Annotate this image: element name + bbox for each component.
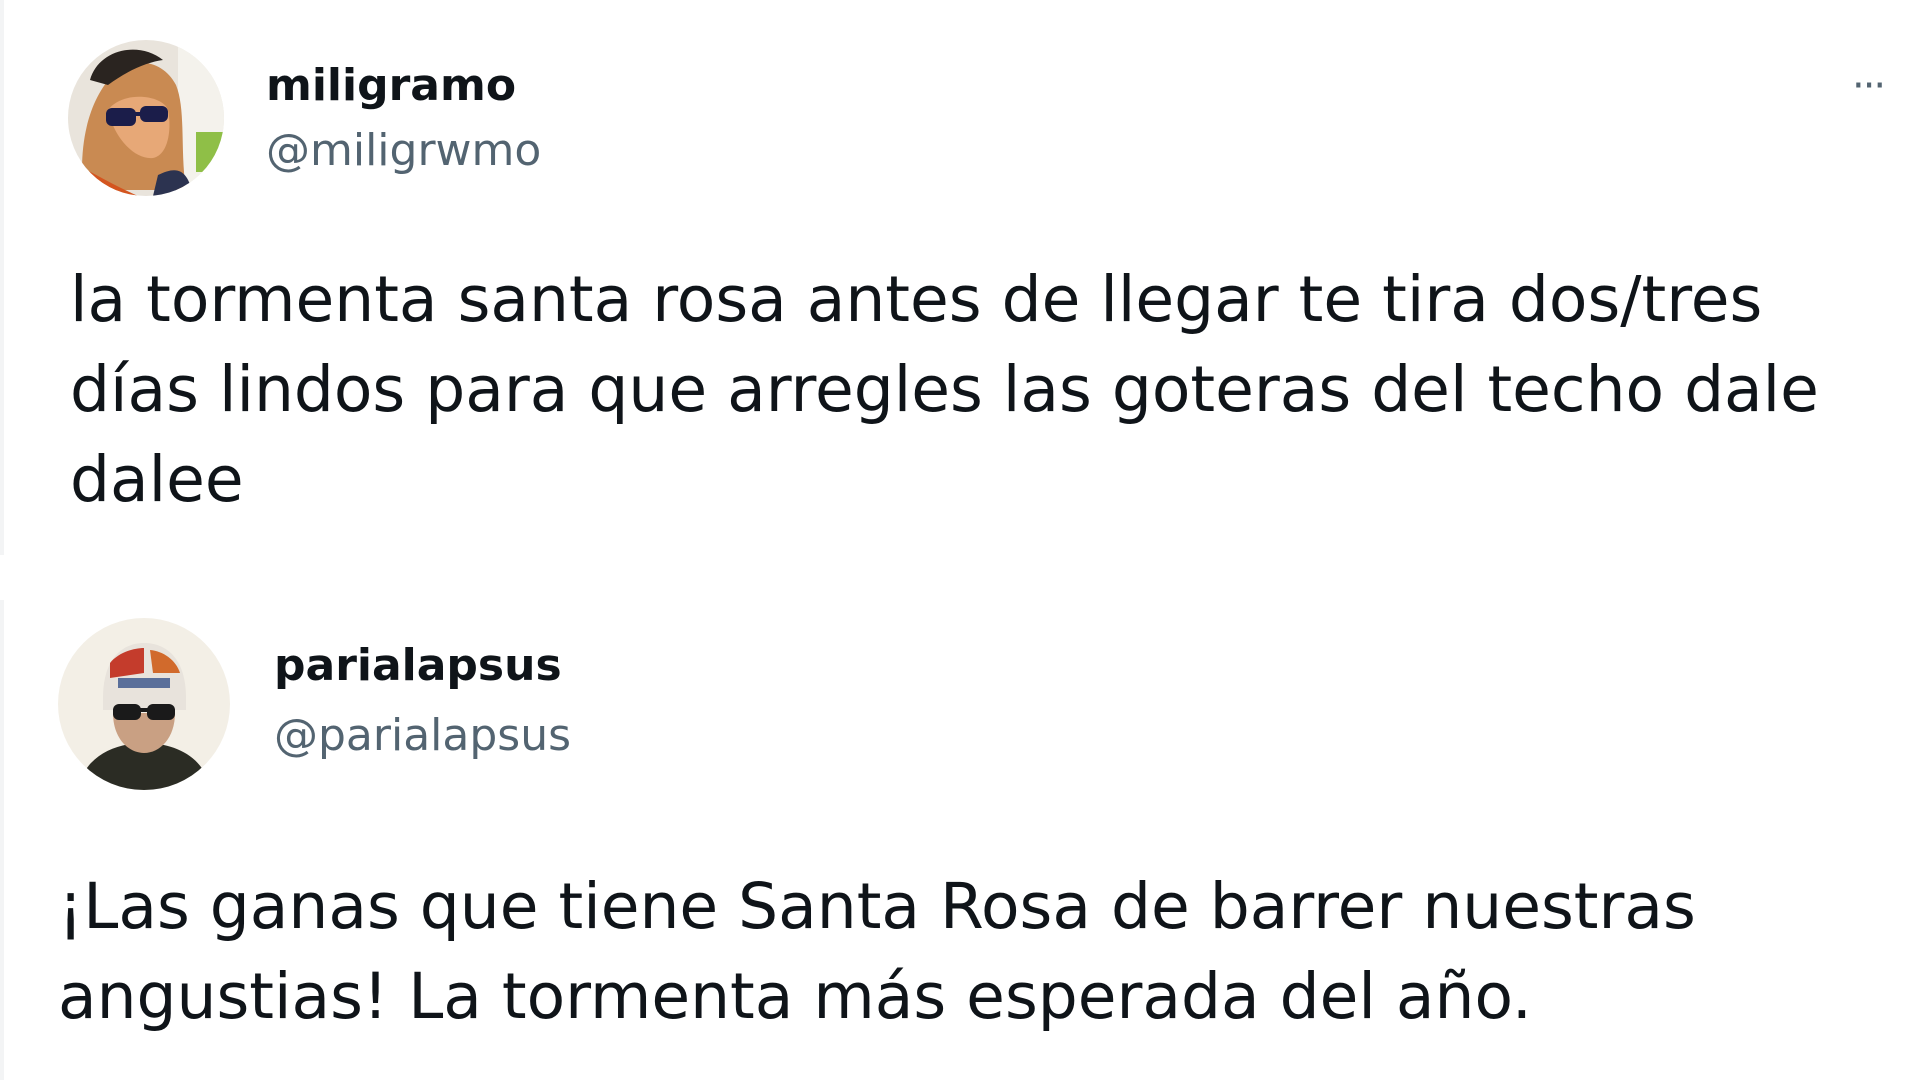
user-handle[interactable]: @miligrwmo [266,125,541,177]
more-options-icon[interactable]: ··· [1852,66,1886,106]
tweet-card-1[interactable]: miligramo @miligrwmo ··· la tormenta san… [0,0,1920,560]
tweet-text: la tormenta santa rosa antes de llegar t… [70,263,1819,516]
tweet-card-2[interactable]: parialapsus @parialapsus ¡Las ganas que … [0,600,1920,1080]
tweet-text: ¡Las ganas que tiene Santa Rosa de barre… [58,870,1696,1033]
avatar-icon[interactable] [68,40,224,196]
user-handle[interactable]: @parialapsus [274,710,571,762]
sunglasses-avatar-icon [68,40,224,196]
display-name[interactable]: miligramo [266,60,516,112]
avatar-icon[interactable] [58,618,230,790]
display-name[interactable]: parialapsus [274,640,562,692]
helmet-avatar-icon [58,618,230,790]
tweet-screenshot: miligramo @miligrwmo ··· la tormenta san… [0,0,1920,1080]
